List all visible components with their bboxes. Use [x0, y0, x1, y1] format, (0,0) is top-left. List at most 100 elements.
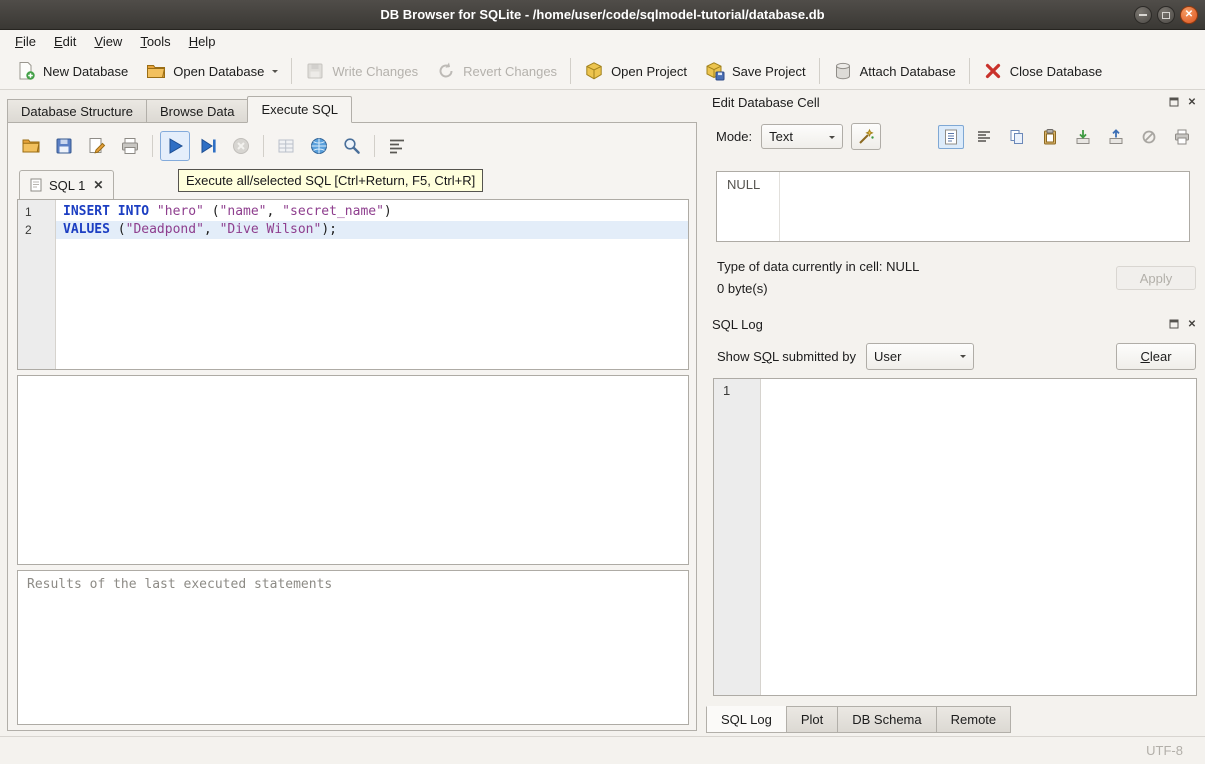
sql-editor[interactable]: 1 2 INSERT INTO "hero" ("name", "secret_… [17, 199, 689, 370]
attach-database-button[interactable]: Attach Database [824, 56, 965, 86]
save-project-button[interactable]: Save Project [696, 56, 815, 86]
float-icon [1168, 318, 1180, 330]
text-mode-toggle[interactable] [938, 125, 964, 149]
sql-tab-label: SQL 1 [49, 178, 85, 193]
magic-wand-icon [857, 128, 875, 146]
minimize-icon [1139, 14, 1147, 16]
log-line-number-gutter: 1 [714, 379, 761, 695]
line-number: 1 [723, 383, 730, 398]
tab-remote[interactable]: Remote [936, 706, 1012, 733]
minimize-button[interactable] [1134, 6, 1152, 24]
encoding-indicator[interactable]: UTF-8 [1146, 743, 1183, 758]
set-null-button[interactable] [1136, 125, 1162, 149]
new-database-icon [16, 61, 36, 81]
new-database-button[interactable]: New Database [7, 56, 137, 86]
tooltip: Execute all/selected SQL [Ctrl+Return, F… [178, 169, 483, 192]
align-left-icon [975, 128, 993, 146]
tab-browse-data[interactable]: Browse Data [146, 99, 248, 123]
open-sql-file-button[interactable] [16, 131, 46, 161]
print-icon [1173, 128, 1191, 146]
menu-help[interactable]: Help [180, 30, 225, 53]
copy-icon [1008, 128, 1026, 146]
auto-switch-mode-button[interactable] [851, 123, 881, 150]
open-database-icon [146, 61, 166, 81]
tab-execute-sql[interactable]: Execute SQL [247, 96, 352, 123]
close-database-icon [983, 61, 1003, 81]
save-sql-file-as-button[interactable] [82, 131, 112, 161]
sql-log-view[interactable]: 1 [713, 378, 1197, 696]
null-icon [1140, 128, 1158, 146]
mode-select[interactable]: Text [761, 124, 843, 149]
menu-view[interactable]: View [85, 30, 131, 53]
edit-cell-icon-group [938, 125, 1195, 149]
float-dock-button[interactable] [1167, 317, 1181, 331]
globe-icon [309, 136, 329, 156]
menu-file[interactable]: File [6, 30, 45, 53]
sql-log-controls: Show SQL submitted by User Clear [717, 342, 1196, 370]
open-database-button[interactable]: Open Database [137, 56, 287, 86]
globe-button[interactable] [304, 131, 334, 161]
save-project-icon [705, 61, 725, 81]
results-grid[interactable] [17, 375, 689, 565]
sql-line-1[interactable]: INSERT INTO "hero" ("name", "secret_name… [56, 203, 688, 221]
log-filter-select[interactable]: User [866, 343, 974, 370]
apply-button[interactable]: Apply [1116, 266, 1196, 290]
sql-toolbar [16, 131, 412, 161]
close-tab-icon[interactable]: ✕ [93, 178, 103, 192]
execute-current-line-icon [198, 136, 218, 156]
paste-cell-button[interactable] [1037, 125, 1063, 149]
print-cell-button[interactable] [1169, 125, 1195, 149]
dock-buttons: ✕ [1167, 95, 1199, 109]
float-dock-button[interactable] [1167, 95, 1181, 109]
close-dock-button[interactable]: ✕ [1185, 317, 1199, 331]
window-title: DB Browser for SQLite - /home/user/code/… [380, 7, 824, 22]
stop-execution-button[interactable] [226, 131, 256, 161]
import-cell-data-button[interactable] [1070, 125, 1096, 149]
revert-changes-icon [436, 61, 456, 81]
print-sql-button[interactable] [115, 131, 145, 161]
find-replace-button[interactable] [337, 131, 367, 161]
results-message-area[interactable]: Results of the last executed statements [17, 570, 689, 725]
main-toolbar: New Database Open Database Write Changes… [0, 53, 1205, 90]
close-dock-button[interactable]: ✕ [1185, 95, 1199, 109]
sql-line-2[interactable]: VALUES ("Deadpond", "Dive Wilson"); [56, 221, 688, 239]
dock-tab-bar: SQL Log Plot DB Schema Remote [706, 706, 1010, 733]
write-changes-button[interactable]: Write Changes [296, 56, 427, 86]
menu-tools[interactable]: Tools [131, 30, 179, 53]
close-icon: ✕ [1188, 319, 1196, 330]
chevron-down-icon[interactable] [272, 70, 278, 76]
sql-editor-tab[interactable]: SQL 1 ✕ [19, 170, 114, 199]
execute-all-button[interactable] [160, 131, 190, 161]
tab-sql-log[interactable]: SQL Log [706, 706, 787, 733]
chevron-down-icon [829, 136, 835, 142]
execute-current-line-button[interactable] [193, 131, 223, 161]
tab-plot[interactable]: Plot [786, 706, 838, 733]
cell-type-info: Type of data currently in cell: NULL [717, 259, 919, 274]
copy-cell-button[interactable] [1004, 125, 1030, 149]
open-project-button[interactable]: Open Project [575, 56, 696, 86]
stop-icon [231, 136, 251, 156]
document-text-icon [942, 128, 960, 146]
cell-size-info: 0 byte(s) [717, 281, 768, 296]
tab-database-structure[interactable]: Database Structure [7, 99, 147, 123]
menu-edit[interactable]: Edit [45, 30, 85, 53]
save-sql-file-button[interactable] [49, 131, 79, 161]
close-database-button[interactable]: Close Database [974, 56, 1112, 86]
toolbar-separator [374, 135, 375, 157]
export-cell-data-button[interactable] [1103, 125, 1129, 149]
open-project-icon [584, 61, 604, 81]
cell-editor[interactable]: NULL [716, 171, 1190, 242]
save-results-view-button[interactable] [271, 131, 301, 161]
edit-cell-dock-header: Edit Database Cell ✕ [712, 92, 1199, 112]
revert-changes-button[interactable]: Revert Changes [427, 56, 566, 86]
dock-buttons: ✕ [1167, 317, 1199, 331]
line-number-gutter: 1 2 [18, 200, 56, 369]
code-area[interactable]: INSERT INTO "hero" ("name", "secret_name… [56, 200, 688, 369]
close-window-button[interactable]: ✕ [1180, 6, 1198, 24]
format-sql-button[interactable] [382, 131, 412, 161]
word-wrap-button[interactable] [971, 125, 997, 149]
titlebar[interactable]: DB Browser for SQLite - /home/user/code/… [0, 0, 1205, 30]
maximize-button[interactable] [1157, 6, 1175, 24]
clear-log-button[interactable]: Clear [1116, 343, 1196, 370]
tab-db-schema[interactable]: DB Schema [837, 706, 936, 733]
